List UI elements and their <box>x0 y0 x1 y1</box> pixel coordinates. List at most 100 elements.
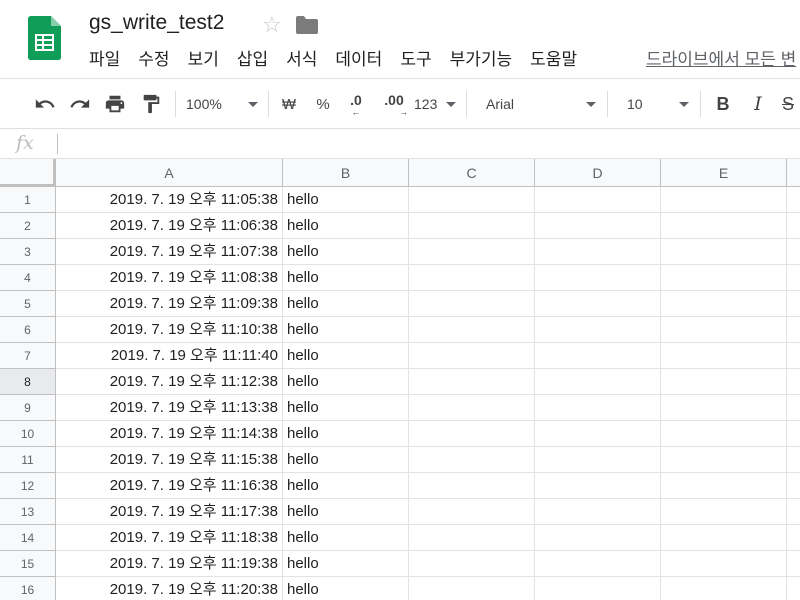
cell-e[interactable] <box>661 551 787 577</box>
cell-f[interactable] <box>787 213 800 239</box>
cell-c[interactable] <box>409 473 535 499</box>
cell-e[interactable] <box>661 291 787 317</box>
cell-a[interactable]: 2019. 7. 19 오후 11:18:38 <box>56 525 283 551</box>
cell-e[interactable] <box>661 213 787 239</box>
more-formats-select[interactable]: 123 <box>414 91 456 117</box>
cell-f[interactable] <box>787 525 800 551</box>
cell-f[interactable] <box>787 265 800 291</box>
italic-button[interactable]: I <box>748 91 768 117</box>
cell-a[interactable]: 2019. 7. 19 오후 11:07:38 <box>56 239 283 265</box>
currency-format-button[interactable]: ₩ <box>278 91 300 117</box>
row-header[interactable]: 15 <box>0 551 56 577</box>
menu-insert[interactable]: 삽입 <box>228 46 277 74</box>
cell-d[interactable] <box>535 369 661 395</box>
cell-b[interactable]: hello <box>283 239 409 265</box>
cell-b[interactable]: hello <box>283 577 409 600</box>
cell-b[interactable]: hello <box>283 551 409 577</box>
formula-input[interactable] <box>66 133 796 155</box>
row-header[interactable]: 3 <box>0 239 56 265</box>
menu-format[interactable]: 서식 <box>277 46 326 74</box>
undo-icon[interactable] <box>32 91 58 117</box>
cell-d[interactable] <box>535 525 661 551</box>
row-header[interactable]: 14 <box>0 525 56 551</box>
cell-e[interactable] <box>661 239 787 265</box>
cell-d[interactable] <box>535 447 661 473</box>
zoom-select[interactable]: 100% <box>186 91 258 117</box>
cell-c[interactable] <box>409 395 535 421</box>
row-header[interactable]: 4 <box>0 265 56 291</box>
row-header[interactable]: 13 <box>0 499 56 525</box>
cell-f[interactable] <box>787 551 800 577</box>
cell-f[interactable] <box>787 343 800 369</box>
menu-tools[interactable]: 도구 <box>391 46 440 74</box>
cell-c[interactable] <box>409 525 535 551</box>
cell-e[interactable] <box>661 577 787 600</box>
cell-d[interactable] <box>535 343 661 369</box>
cell-c[interactable] <box>409 551 535 577</box>
last-edit-link[interactable]: 드라이브에서 모든 변 <box>646 48 796 72</box>
cell-c[interactable] <box>409 447 535 473</box>
paint-format-icon[interactable] <box>138 91 164 117</box>
cell-e[interactable] <box>661 447 787 473</box>
cell-e[interactable] <box>661 343 787 369</box>
cell-d[interactable] <box>535 317 661 343</box>
cell-a[interactable]: 2019. 7. 19 오후 11:20:38 <box>56 577 283 600</box>
cell-d[interactable] <box>535 551 661 577</box>
menu-view[interactable]: 보기 <box>179 46 228 74</box>
cell-c[interactable] <box>409 265 535 291</box>
cell-d[interactable] <box>535 265 661 291</box>
cell-d[interactable] <box>535 213 661 239</box>
cell-a[interactable]: 2019. 7. 19 오후 11:08:38 <box>56 265 283 291</box>
row-header[interactable]: 2 <box>0 213 56 239</box>
cell-f[interactable] <box>787 317 800 343</box>
cell-a[interactable]: 2019. 7. 19 오후 11:12:38 <box>56 369 283 395</box>
folder-icon[interactable] <box>296 16 318 34</box>
cell-f[interactable] <box>787 291 800 317</box>
cell-e[interactable] <box>661 265 787 291</box>
cell-e[interactable] <box>661 317 787 343</box>
row-header[interactable]: 6 <box>0 317 56 343</box>
row-header[interactable]: 11 <box>0 447 56 473</box>
row-header[interactable]: 7 <box>0 343 56 369</box>
menu-data[interactable]: 데이터 <box>326 46 391 74</box>
cell-f[interactable] <box>787 395 800 421</box>
menu-addons[interactable]: 부가기능 <box>441 46 522 74</box>
cell-e[interactable] <box>661 421 787 447</box>
cell-c[interactable] <box>409 369 535 395</box>
cell-d[interactable] <box>535 239 661 265</box>
cell-e[interactable] <box>661 499 787 525</box>
row-header[interactable]: 5 <box>0 291 56 317</box>
cell-c[interactable] <box>409 499 535 525</box>
cell-b[interactable]: hello <box>283 499 409 525</box>
cell-a[interactable]: 2019. 7. 19 오후 11:13:38 <box>56 395 283 421</box>
menu-file[interactable]: 파일 <box>80 46 129 74</box>
font-family-select[interactable]: Arial <box>486 91 596 117</box>
cell-c[interactable] <box>409 343 535 369</box>
column-header-a[interactable]: A <box>56 159 283 187</box>
cell-b[interactable]: hello <box>283 395 409 421</box>
cell-a[interactable]: 2019. 7. 19 오후 11:06:38 <box>56 213 283 239</box>
cell-f[interactable] <box>787 187 800 213</box>
menu-help[interactable]: 도움말 <box>521 46 586 74</box>
cell-b[interactable]: hello <box>283 369 409 395</box>
cell-f[interactable] <box>787 577 800 600</box>
cell-a[interactable]: 2019. 7. 19 오후 11:10:38 <box>56 317 283 343</box>
cell-b[interactable]: hello <box>283 187 409 213</box>
column-header-e[interactable]: E <box>661 159 787 187</box>
cell-a[interactable]: 2019. 7. 19 오후 11:14:38 <box>56 421 283 447</box>
star-icon[interactable]: ☆ <box>262 11 282 39</box>
cell-b[interactable]: hello <box>283 213 409 239</box>
column-header-f[interactable] <box>787 159 800 187</box>
cell-c[interactable] <box>409 421 535 447</box>
strikethrough-button[interactable]: S <box>782 91 800 117</box>
decrease-decimal-button[interactable]: .0 ← <box>343 91 369 117</box>
cell-f[interactable] <box>787 473 800 499</box>
column-header-c[interactable]: C <box>409 159 535 187</box>
cell-a[interactable]: 2019. 7. 19 오후 11:16:38 <box>56 473 283 499</box>
cell-b[interactable]: hello <box>283 265 409 291</box>
cell-c[interactable] <box>409 187 535 213</box>
cell-c[interactable] <box>409 291 535 317</box>
cell-b[interactable]: hello <box>283 473 409 499</box>
cell-b[interactable]: hello <box>283 525 409 551</box>
cell-e[interactable] <box>661 187 787 213</box>
